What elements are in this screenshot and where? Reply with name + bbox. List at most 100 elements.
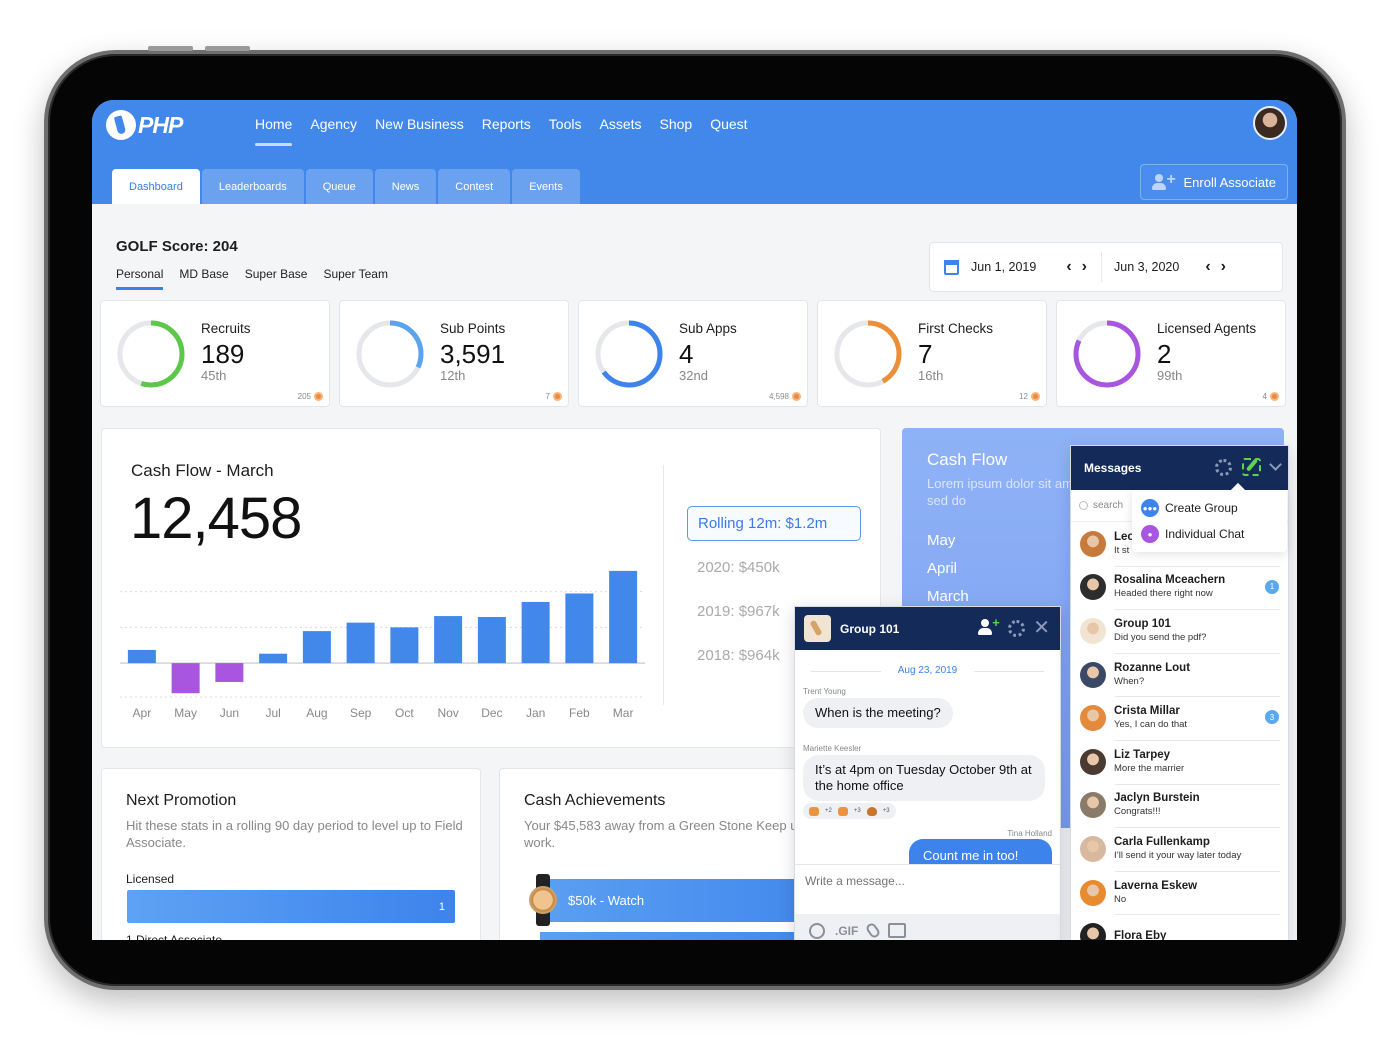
group-avatar <box>804 615 831 642</box>
stat-card-licensed-agents[interactable]: Licensed Agents 2 99th 4 <box>1056 300 1286 407</box>
brand-logo[interactable]: PHP <box>106 110 183 140</box>
bar-nov[interactable] <box>434 616 463 664</box>
nav-home[interactable]: Home <box>246 114 301 146</box>
nav-shop[interactable]: Shop <box>651 114 702 134</box>
calendar-icon[interactable] <box>944 259 959 275</box>
chevron-down-icon[interactable] <box>1269 458 1282 471</box>
coin-count: 4,598 <box>768 392 789 401</box>
attachment-icon[interactable] <box>864 921 882 940</box>
scope-tab-personal[interactable]: Personal <box>116 267 164 290</box>
coin-badge: 4 <box>1263 392 1279 401</box>
coin-icon <box>792 392 801 401</box>
bar-jul[interactable] <box>259 653 288 664</box>
tab-events[interactable]: Events <box>512 169 580 204</box>
conversation-item[interactable]: Crista Millar Yes, I can do that 3 <box>1071 696 1288 740</box>
bar-may[interactable] <box>171 663 200 694</box>
coin-badge: 12 <box>1019 392 1040 401</box>
tab-news[interactable]: News <box>374 169 437 204</box>
bar-sep[interactable] <box>346 622 375 664</box>
bar-aug[interactable] <box>302 631 331 664</box>
cash-flow-card: Cash Flow - March 12,458 Apr May Jun Jul Aug… <box>101 428 881 748</box>
coin-count: 12 <box>1019 392 1028 401</box>
compose-area <box>795 864 1060 914</box>
stat-card-sub-points[interactable]: Sub Points 3,591 12th 7 <box>339 300 569 407</box>
nav-quest[interactable]: Quest <box>701 114 756 134</box>
progress-ring <box>834 320 902 388</box>
nav-new-business[interactable]: New Business <box>366 114 473 134</box>
nav-tools[interactable]: Tools <box>540 114 591 134</box>
image-icon[interactable] <box>888 923 907 938</box>
conversation-item[interactable]: Rozanne Lout When? <box>1071 652 1288 697</box>
cash-flow-value: 12,458 <box>130 486 302 551</box>
conversation-item[interactable]: Jaclyn Burstein Congrats!!! <box>1071 783 1288 828</box>
year-total-2019[interactable]: 2019: $967k <box>697 603 780 620</box>
progress-fill: 1 <box>127 890 455 923</box>
tab-dashboard[interactable]: Dashboard <box>112 169 200 204</box>
tab-queue[interactable]: Queue <box>305 169 373 204</box>
bar-jan[interactable] <box>521 601 550 664</box>
x-tick-label: Nov <box>437 706 458 720</box>
message-sender: Mariette Keesler <box>803 744 862 753</box>
contact-avatar <box>1080 661 1106 688</box>
conversation-item[interactable]: Laverna Eskew No <box>1071 870 1288 915</box>
contact-name: Laverna Eskew <box>1114 879 1198 892</box>
month-may[interactable]: May <box>927 532 955 549</box>
month-march[interactable]: March <box>927 588 969 605</box>
compose-icon[interactable] <box>1242 458 1261 476</box>
create-group-option[interactable]: ●●● Create Group <box>1132 495 1287 521</box>
x-tick-label: Dec <box>481 706 502 720</box>
conversation-item[interactable]: Group 101 Did you send the pdf? <box>1071 609 1288 653</box>
start-date[interactable]: Jun 1, 2019 <box>971 260 1036 274</box>
message-reactions[interactable]: +2 +3 +3 <box>803 803 896 819</box>
bar-dec[interactable] <box>477 617 506 664</box>
scope-tab-super-base[interactable]: Super Base <box>245 267 308 290</box>
year-total-2018[interactable]: 2018: $964k <box>697 647 780 664</box>
end-prev-chevron-icon[interactable]: ‹ <box>1205 258 1210 276</box>
divider <box>663 465 664 705</box>
x-tick-label: Apr <box>133 706 152 720</box>
start-next-chevron-icon[interactable]: › <box>1082 258 1087 276</box>
message-input[interactable] <box>795 865 1060 897</box>
tab-leaderboards[interactable]: Leaderboards <box>201 169 304 204</box>
user-avatar[interactable] <box>1253 106 1287 140</box>
close-icon[interactable]: ✕ <box>1033 618 1050 638</box>
nav-assets[interactable]: Assets <box>590 114 650 134</box>
scope-tab-super-team[interactable]: Super Team <box>323 267 387 290</box>
nav-reports[interactable]: Reports <box>473 114 540 134</box>
stat-value: 189 <box>201 339 245 369</box>
emoji-icon[interactable] <box>809 922 825 939</box>
metric-label: 1 Direct Associate <box>126 933 223 940</box>
end-date[interactable]: Jun 3, 2020 <box>1114 260 1179 274</box>
bar-mar[interactable] <box>609 570 638 664</box>
rolling-12m-button[interactable]: Rolling 12m: $1.2m <box>687 506 861 541</box>
nav-agency[interactable]: Agency <box>301 114 366 134</box>
contact-name: Jaclyn Burstein <box>1114 792 1200 805</box>
stat-card-sub-apps[interactable]: Sub Apps 4 32nd 4,598 <box>578 300 808 407</box>
stat-card-recruits[interactable]: Recruits 189 45th 205 <box>100 300 330 407</box>
individual-chat-option[interactable]: ● Individual Chat <box>1132 521 1287 547</box>
panel-title: Cash Flow <box>927 450 1008 469</box>
stat-card-first-checks[interactable]: First Checks 7 16th 12 <box>817 300 1047 407</box>
bar-apr[interactable] <box>127 649 156 664</box>
contact-avatar <box>1080 835 1106 862</box>
year-total-2020[interactable]: 2020: $450k <box>697 559 780 576</box>
bar-oct[interactable] <box>390 627 419 664</box>
enroll-associate-button[interactable]: + Enroll Associate <box>1139 164 1288 200</box>
brand-name: PHP <box>138 111 183 138</box>
end-next-chevron-icon[interactable]: › <box>1221 258 1226 276</box>
bar-feb[interactable] <box>565 593 594 664</box>
add-member-icon[interactable]: + <box>978 615 1000 637</box>
scope-tab-md-base[interactable]: MD Base <box>179 267 228 290</box>
gear-icon[interactable] <box>1008 619 1026 637</box>
month-april[interactable]: April <box>927 560 957 577</box>
start-prev-chevron-icon[interactable]: ‹ <box>1066 258 1071 276</box>
conversation-item[interactable]: Carla Fullenkamp I’ll send it your way la… <box>1071 827 1288 871</box>
bar-jun[interactable] <box>215 663 244 682</box>
gif-button[interactable]: .GIF <box>835 924 858 938</box>
conversation-list: Leo It st Rosalina Mceachern Headed there r… <box>1071 522 1288 940</box>
tab-contest[interactable]: Contest <box>438 169 511 204</box>
conversation-item[interactable]: Rosalina Mceachern Headed there right now… <box>1071 565 1288 610</box>
gear-icon[interactable] <box>1215 458 1232 476</box>
conversation-item[interactable]: Flora Eby <box>1071 914 1288 940</box>
conversation-item[interactable]: Liz Tarpey More the marrier <box>1071 739 1288 784</box>
